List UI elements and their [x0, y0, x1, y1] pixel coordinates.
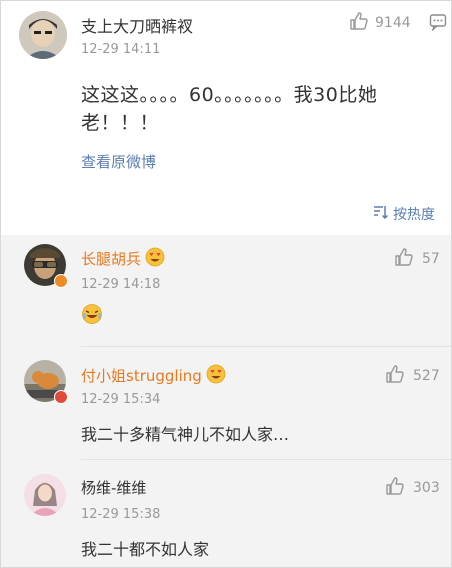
heart-eyes-emoji	[206, 364, 226, 388]
thumbs-up-icon	[349, 11, 369, 35]
reply-username[interactable]: 杨维-维维	[81, 477, 146, 498]
main-post-text: 这这这。。。。60。。。。。。。我30比她老！！！	[81, 84, 378, 134]
reply-like-button[interactable]: 527	[385, 364, 440, 388]
sort-label: 按热度	[393, 207, 435, 223]
main-post-avatar[interactable]	[19, 11, 67, 59]
reply-item: 付小姐struggling 12-29 15:34 我二十多精气神儿不如人家… …	[1, 348, 451, 460]
reply-username-text: 付小姐struggling	[81, 367, 202, 385]
thumbs-up-icon	[394, 247, 414, 271]
main-post-username[interactable]: 支上大刀晒裤衩	[81, 13, 193, 37]
main-post-like-count: 9144	[375, 15, 411, 31]
reply-time: 12-29 15:34	[81, 392, 161, 407]
view-original-link[interactable]: 查看原微博	[81, 151, 156, 172]
reply-like-count: 527	[413, 368, 440, 384]
main-post-time: 12-29 14:11	[81, 42, 161, 57]
reply-time: 12-29 14:18	[81, 277, 161, 292]
thumbs-up-icon	[385, 476, 405, 500]
reply-like-button[interactable]: 57	[394, 247, 440, 271]
reply-like-count: 303	[413, 480, 440, 496]
reply-username[interactable]: 长腿胡兵	[81, 247, 165, 271]
reply-list: 长腿胡兵 12-29 14:18 57 付小姐struggling 12-29 …	[1, 235, 451, 567]
reply-item: 杨维-维维 12-29 15:38 我二十都不如人家 303	[1, 461, 451, 567]
reply-content: 我二十都不如人家	[81, 540, 210, 559]
thumbs-up-icon	[385, 364, 405, 388]
sort-icon	[373, 205, 389, 223]
verified-badge-icon	[54, 274, 68, 288]
reply-divider	[81, 459, 451, 460]
reply-avatar[interactable]	[24, 474, 66, 516]
reply-like-button[interactable]: 303	[385, 476, 440, 500]
reply-content: 我二十多精气神儿不如人家…	[81, 425, 290, 444]
laugh-cry-emoji	[81, 304, 103, 329]
reply-content	[81, 303, 103, 329]
reply-item: 长腿胡兵 12-29 14:18 57	[1, 235, 451, 347]
main-post-like-button[interactable]: 9144	[349, 11, 411, 35]
reply-time: 12-29 15:38	[81, 507, 161, 522]
reply-divider	[81, 346, 451, 347]
reply-username-text: 长腿胡兵	[81, 250, 142, 268]
main-post: 支上大刀晒裤衩 12-29 14:11 9144 这这这。。。。60。。。。。。…	[1, 1, 451, 234]
reply-like-count: 57	[422, 251, 440, 267]
heart-eyes-emoji	[145, 247, 165, 271]
sort-by-hot-button[interactable]: 按热度	[373, 204, 435, 224]
comment-icon[interactable]	[429, 13, 447, 35]
verified-badge-icon	[54, 390, 68, 404]
reply-username[interactable]: 付小姐struggling	[81, 364, 226, 388]
